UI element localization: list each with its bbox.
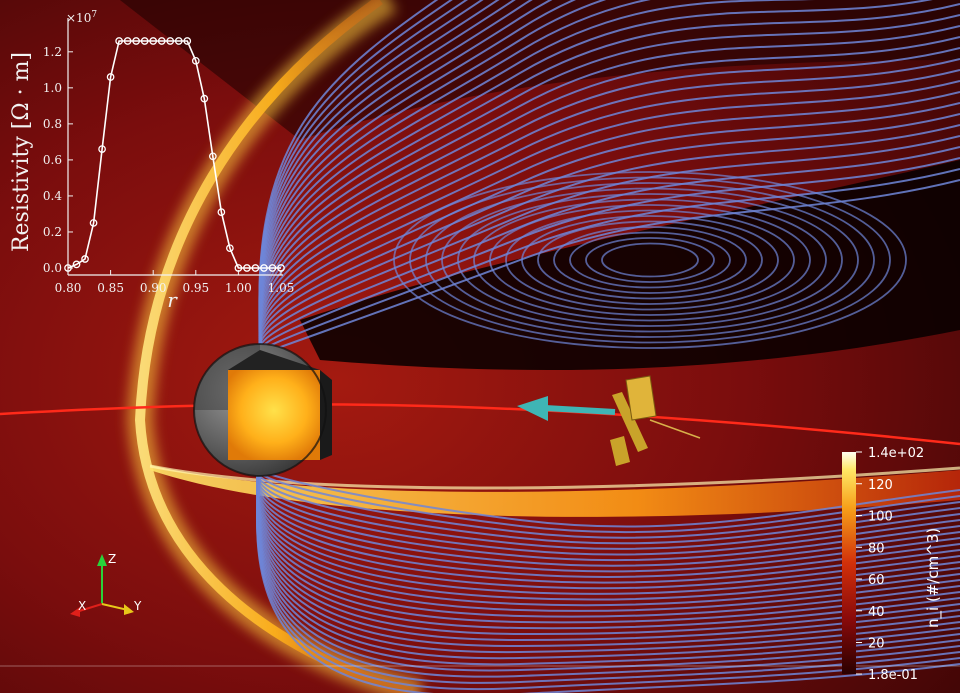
- inset-y-axis-label: Resistivity [Ω · m]: [9, 52, 34, 252]
- inset-x-tick-label: 0.95: [182, 281, 209, 295]
- inset-y-tick-label: 0.0: [43, 261, 62, 275]
- inset-y-tick-label: 0.8: [43, 117, 62, 131]
- inset-y-tick-label: 1.2: [43, 45, 62, 59]
- inset-y-tick-label: 1.0: [43, 81, 62, 95]
- colorbar-gradient: [842, 452, 856, 674]
- colorbar-label: n_i (#/cm^3): [924, 528, 943, 628]
- axis-x-label: X: [78, 599, 86, 613]
- colorbar-tick-label: 100: [868, 510, 893, 525]
- colorbar-tick-label: 1.8e-01: [868, 668, 918, 683]
- inset-y-tick-label: 0.2: [43, 225, 62, 239]
- magnetosphere-visualization: Z X Y 1.4e+02 120 100 80 60 40 20 1.8e-01 n_i (…: [0, 0, 960, 693]
- inset-x-tick-label: 0.80: [55, 281, 82, 295]
- inset-x-tick-label: 1.00: [225, 281, 252, 295]
- inset-x-tick-label: 1.05: [268, 281, 295, 295]
- inset-x-axis-label: r: [167, 288, 178, 312]
- inset-y-tick-label: 0.6: [43, 153, 62, 167]
- axis-z-label: Z: [108, 552, 116, 566]
- colorbar-tick-label: 80: [868, 541, 885, 556]
- colorbar-tick-label: 20: [868, 637, 885, 652]
- colorbar-tick-label: 60: [868, 573, 885, 588]
- axis-y-label: Y: [133, 599, 142, 613]
- colorbar-tick-label: 120: [868, 478, 893, 493]
- inset-x-tick-label: 0.85: [97, 281, 124, 295]
- colorbar-tick-label: 1.4e+02: [868, 446, 924, 461]
- inset-x-tick-label: 0.90: [140, 281, 167, 295]
- inset-y-tick-label: 0.4: [43, 189, 62, 203]
- colorbar-tick-label: 40: [868, 605, 885, 620]
